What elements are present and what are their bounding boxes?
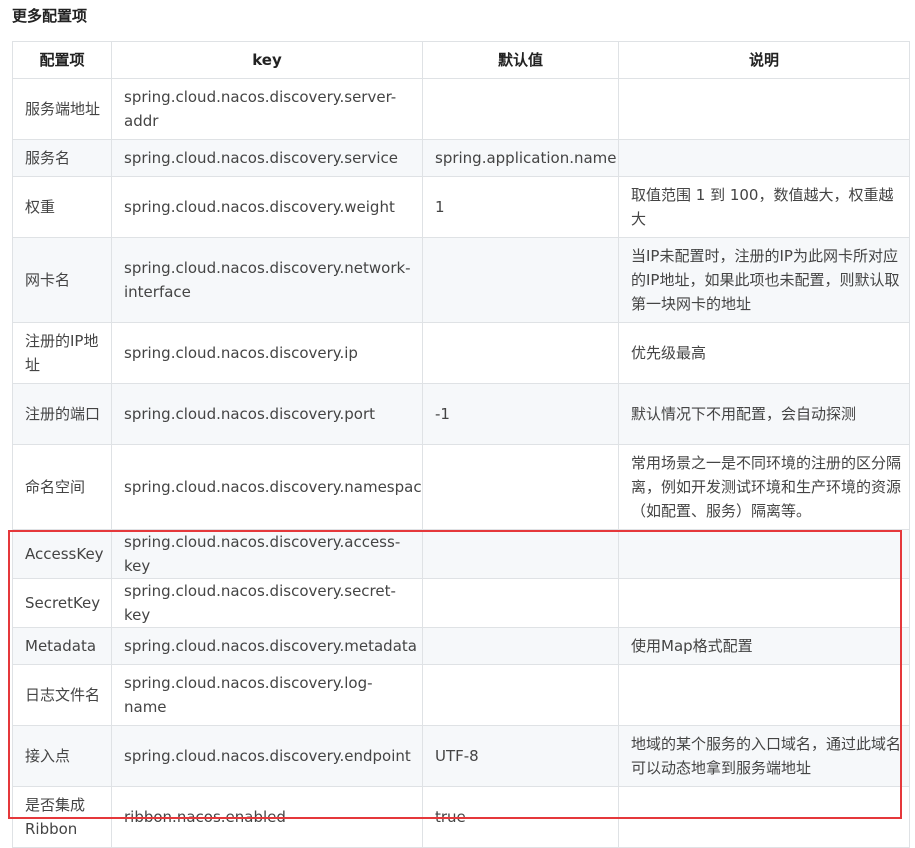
config-default-cell — [422, 578, 619, 628]
config-desc-cell: 取值范围 1 到 100，数值越大，权重越大 — [618, 176, 910, 238]
config-key-cell: spring.cloud.nacos.discovery.endpoint — [111, 725, 423, 787]
config-key-cell: spring.cloud.nacos.discovery.network-int… — [111, 237, 423, 323]
config-name-cell: 注册的端口 — [12, 383, 112, 445]
table-row: 服务端地址 spring.cloud.nacos.discovery.serve… — [12, 78, 910, 140]
config-key-cell: spring.cloud.nacos.discovery.secret-key — [111, 578, 423, 628]
config-name-cell: AccessKey — [12, 529, 112, 579]
config-name-cell: 接入点 — [12, 725, 112, 787]
config-default-cell: 1 — [422, 176, 619, 238]
section-heading: 更多配置项 — [12, 7, 88, 25]
config-default-cell — [422, 529, 619, 579]
config-default-cell — [422, 322, 619, 384]
header-config-item: 配置项 — [12, 41, 112, 79]
table-row: 权重 spring.cloud.nacos.discovery.weight 1… — [12, 176, 910, 238]
config-name-cell: 服务端地址 — [12, 78, 112, 140]
config-desc-cell — [618, 139, 910, 177]
config-name-cell: 是否集成Ribbon — [12, 786, 112, 848]
table-row: 日志文件名 spring.cloud.nacos.discovery.log-n… — [12, 664, 910, 726]
config-desc-cell: 使用Map格式配置 — [618, 627, 910, 665]
config-desc-cell: 常用场景之一是不同环境的注册的区分隔离，例如开发测试环境和生产环境的资源（如配置… — [618, 444, 910, 530]
config-desc-cell: 优先级最高 — [618, 322, 910, 384]
config-desc-cell — [618, 78, 910, 140]
config-desc-cell — [618, 529, 910, 579]
config-key-cell: spring.cloud.nacos.discovery.namespace — [111, 444, 423, 530]
config-desc-cell: 地域的某个服务的入口域名，通过此域名可以动态地拿到服务端地址 — [618, 725, 910, 787]
config-default-cell — [422, 78, 619, 140]
config-name-cell: Metadata — [12, 627, 112, 665]
config-name-cell: 命名空间 — [12, 444, 112, 530]
config-desc-cell: 当IP未配置时，注册的IP为此网卡所对应的IP地址，如果此项也未配置，则默认取第… — [618, 237, 910, 323]
config-key-cell: spring.cloud.nacos.discovery.port — [111, 383, 423, 445]
config-default-cell — [422, 444, 619, 530]
config-name-cell: SecretKey — [12, 578, 112, 628]
config-default-cell — [422, 664, 619, 726]
table-row: SecretKey spring.cloud.nacos.discovery.s… — [12, 578, 910, 628]
config-default-cell — [422, 237, 619, 323]
config-key-cell: spring.cloud.nacos.discovery.service — [111, 139, 423, 177]
config-key-cell: spring.cloud.nacos.discovery.weight — [111, 176, 423, 238]
config-default-cell: UTF-8 — [422, 725, 619, 787]
table-row: 注册的IP地址 spring.cloud.nacos.discovery.ip … — [12, 322, 910, 384]
table-row: AccessKey spring.cloud.nacos.discovery.a… — [12, 529, 910, 579]
config-name-cell: 服务名 — [12, 139, 112, 177]
config-desc-cell — [618, 786, 910, 848]
table-header-row: 配置项 key 默认值 说明 — [12, 41, 910, 79]
config-name-cell: 权重 — [12, 176, 112, 238]
table-row: 是否集成Ribbon ribbon.nacos.enabled true — [12, 786, 910, 848]
config-key-cell: spring.cloud.nacos.discovery.ip — [111, 322, 423, 384]
config-desc-cell: 默认情况下不用配置，会自动探测 — [618, 383, 910, 445]
table-row: 服务名 spring.cloud.nacos.discovery.service… — [12, 139, 910, 177]
header-default-value: 默认值 — [422, 41, 619, 79]
config-table: 配置项 key 默认值 说明 服务端地址 spring.cloud.nacos.… — [12, 41, 910, 848]
config-name-cell: 网卡名 — [12, 237, 112, 323]
config-key-cell: spring.cloud.nacos.discovery.access-key — [111, 529, 423, 579]
config-desc-cell — [618, 578, 910, 628]
table-row: 注册的端口 spring.cloud.nacos.discovery.port … — [12, 383, 910, 445]
config-key-cell: spring.cloud.nacos.discovery.server-addr — [111, 78, 423, 140]
config-name-cell: 注册的IP地址 — [12, 322, 112, 384]
config-key-cell: spring.cloud.nacos.discovery.log-name — [111, 664, 423, 726]
table-row: 网卡名 spring.cloud.nacos.discovery.network… — [12, 237, 910, 323]
config-default-cell: spring.application.name — [422, 139, 619, 177]
config-key-cell: ribbon.nacos.enabled — [111, 786, 423, 848]
header-description: 说明 — [618, 41, 910, 79]
table-row: 命名空间 spring.cloud.nacos.discovery.namesp… — [12, 444, 910, 530]
header-key: key — [111, 41, 423, 79]
config-default-cell: true — [422, 786, 619, 848]
config-default-cell: -1 — [422, 383, 619, 445]
config-name-cell: 日志文件名 — [12, 664, 112, 726]
config-key-cell: spring.cloud.nacos.discovery.metadata — [111, 627, 423, 665]
config-default-cell — [422, 627, 619, 665]
table-row: Metadata spring.cloud.nacos.discovery.me… — [12, 627, 910, 665]
config-desc-cell — [618, 664, 910, 726]
table-row: 接入点 spring.cloud.nacos.discovery.endpoin… — [12, 725, 910, 787]
